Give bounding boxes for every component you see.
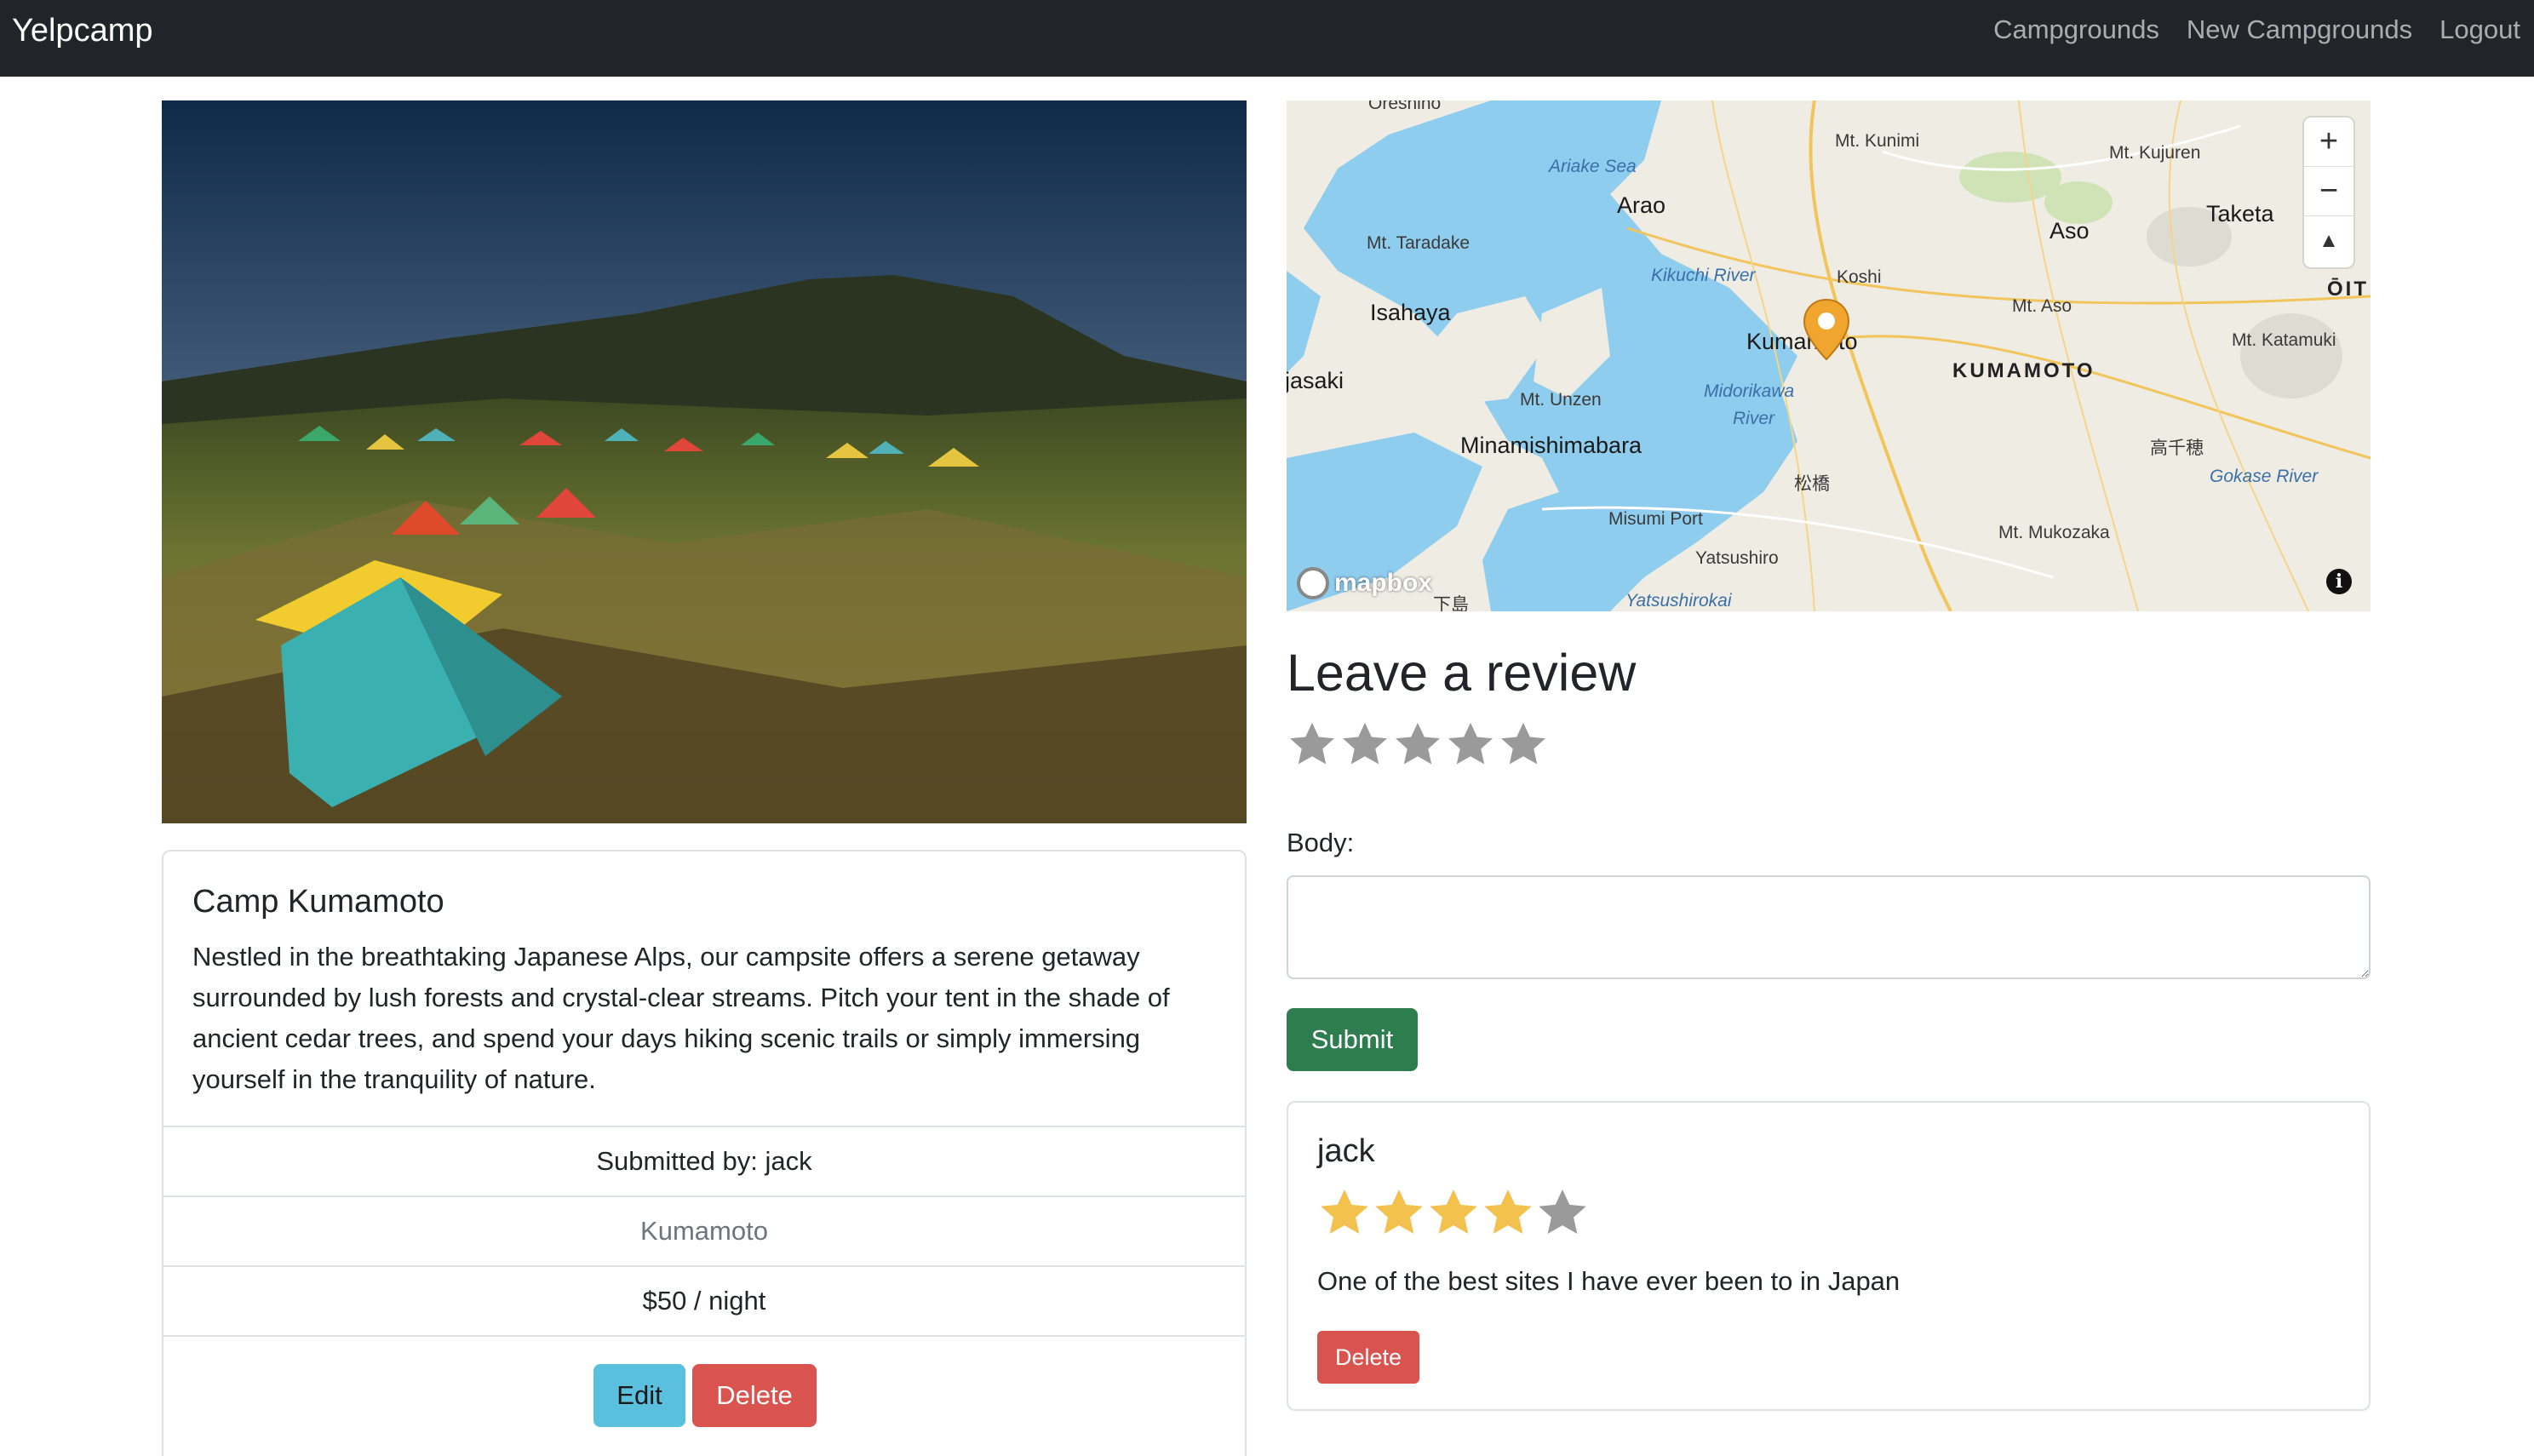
nav-link-new-campground[interactable]: New Campgrounds	[2187, 14, 2412, 46]
mapbox-logo-icon	[1297, 567, 1329, 599]
campground-photo	[162, 100, 1247, 823]
star-icon[interactable]	[1339, 719, 1390, 771]
map-label-taketa: Taketa	[2206, 201, 2274, 226]
star-icon	[1484, 1189, 1532, 1234]
map-label-mt-taradake: Mt. Taradake	[1367, 233, 1471, 253]
campground-details-list: Submitted by: jack Kumamoto $50 / night	[163, 1126, 1245, 1335]
map-label-kumamoto-region: KUMAMOTO	[1952, 359, 2095, 382]
star-icon[interactable]	[1392, 719, 1443, 771]
review-form-heading: Leave a review	[1287, 644, 1637, 702]
nav-link-logout[interactable]: Logout	[2439, 14, 2520, 46]
review-card: jack One of the best sites I have ever b…	[1287, 1101, 2371, 1411]
map-label-aso: Aso	[2050, 218, 2090, 244]
review-rating-stars	[1317, 1186, 1590, 1241]
rating-input[interactable]	[1287, 719, 1549, 771]
map-label-takachiho: 高千穂	[2150, 439, 2204, 458]
review-body-textarea[interactable]	[1287, 875, 2371, 979]
zoom-out-button[interactable]: −	[2304, 167, 2353, 216]
zoom-in-button[interactable]: +	[2304, 118, 2353, 167]
map-label-kikuchi-river: Kikuchi River	[1651, 266, 1756, 285]
map-label-mt-mukozaka: Mt. Mukozaka	[1998, 523, 2110, 542]
campground-description: Nestled in the breathtaking Japanese Alp…	[192, 942, 1170, 1094]
map-label-oita: ŌIT	[2327, 278, 2369, 301]
map-label-yatsushiro: Yatsushiro	[1695, 548, 1779, 568]
map-info-icon[interactable]: i	[2326, 569, 2352, 594]
body-label: Body:	[1287, 828, 1355, 857]
review-author: jack	[1317, 1133, 1375, 1169]
star-icon	[1430, 1189, 1477, 1234]
map-label-shimo: 下島	[1433, 595, 1469, 611]
star-icon[interactable]	[1498, 719, 1549, 771]
map-label-mt-kunimi: Mt. Kunimi	[1835, 131, 1920, 151]
campground-photo-illustration	[162, 100, 1247, 823]
review-text: One of the best sites I have ever been t…	[1317, 1266, 1900, 1296]
nav-links: Campgrounds New Campgrounds Logout	[1993, 14, 2520, 46]
map-label-river: River	[1733, 409, 1775, 428]
map-label-ariake-sea: Ariake Sea	[1549, 157, 1637, 176]
map-label-koshi: Koshi	[1837, 267, 1882, 287]
map-marker-pin[interactable]	[1802, 298, 1851, 361]
delete-review-button[interactable]: Delete	[1317, 1331, 1419, 1384]
mapbox-logo-text: mapbox	[1334, 569, 1433, 597]
map-label-minamishimabara: Minamishimabara	[1460, 433, 1643, 458]
navbar: Yelpcamp Campgrounds New Campgrounds Log…	[0, 0, 2534, 77]
map-label-gokase-river: Gokase River	[2210, 467, 2319, 486]
campground-map[interactable]: Oreshino Ariake Sea Arao Mt. Kunimi Mt. …	[1287, 100, 2371, 611]
campground-title: Camp Kumamoto	[192, 884, 444, 920]
star-icon[interactable]	[1287, 719, 1338, 771]
map-label-oreshino: Oreshino	[1368, 100, 1442, 113]
submit-review-button[interactable]: Submit	[1287, 1008, 1418, 1071]
map-pin-icon	[1803, 298, 1850, 361]
campground-price: $50 / night	[163, 1265, 1245, 1335]
brand-logo[interactable]: Yelpcamp	[12, 12, 153, 49]
map-label-mt-kujuren: Mt. Kujuren	[2109, 143, 2201, 163]
map-label-isasaki: jasaki	[1287, 368, 1344, 393]
map-label-matsubase: 松橋	[1794, 474, 1830, 494]
mapbox-logo[interactable]: mapbox	[1297, 567, 1432, 599]
map-label-yatsushirokai: Yatsushirokai	[1625, 591, 1732, 610]
map-controls: + − ▲	[2304, 118, 2353, 267]
map-label-mt-katamuki: Mt. Katamuki	[2232, 330, 2336, 350]
star-icon	[1375, 1189, 1423, 1234]
campground-location: Kumamoto	[163, 1195, 1245, 1265]
map-label-isahaya: Isahaya	[1370, 300, 1451, 325]
edit-button[interactable]: Edit	[593, 1364, 685, 1427]
map-label-mt-aso: Mt. Aso	[2012, 296, 2072, 316]
map-label-misumi-port: Misumi Port	[1608, 509, 1703, 529]
star-icon[interactable]	[1445, 719, 1496, 771]
map-label-midorikawa: Midorikawa	[1704, 381, 1795, 401]
campground-actions: Edit Delete	[163, 1335, 1245, 1456]
map-label-arao: Arao	[1617, 192, 1666, 218]
map-label-mt-unzen: Mt. Unzen	[1520, 390, 1602, 410]
star-icon	[1539, 1189, 1586, 1234]
submitted-by: Submitted by: jack	[163, 1126, 1245, 1195]
delete-campground-button[interactable]: Delete	[692, 1364, 817, 1427]
campground-card: Camp Kumamoto Nestled in the breathtakin…	[162, 850, 1247, 1456]
compass-button[interactable]: ▲	[2304, 216, 2353, 266]
star-icon	[1321, 1189, 1368, 1234]
nav-link-campgrounds[interactable]: Campgrounds	[1993, 14, 2159, 46]
